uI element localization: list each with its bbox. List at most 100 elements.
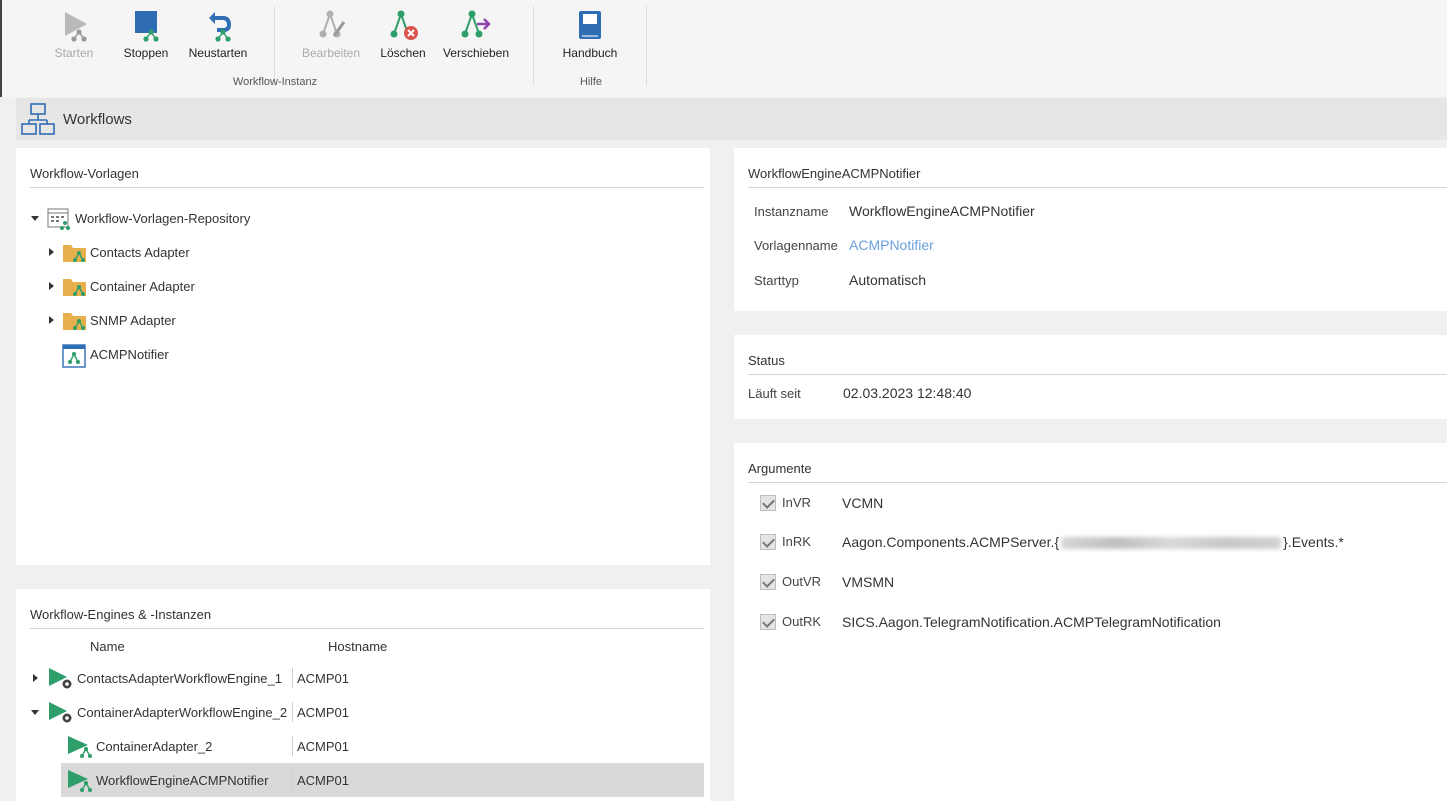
argument-checkbox[interactable] xyxy=(760,534,776,550)
argument-value: SICS.Aagon.TelegramNotification.ACMPTele… xyxy=(842,614,1221,630)
redacted-guid xyxy=(1061,537,1282,550)
instance-name-value: WorkflowEngineACMPNotifier xyxy=(849,203,1035,219)
manual-button[interactable]: Handbuch xyxy=(560,8,620,60)
expand-toggle[interactable] xyxy=(31,710,39,715)
argument-label: InRK xyxy=(782,534,811,549)
move-label: Verschieben xyxy=(442,46,510,60)
details-panel: WorkflowEngineACMPNotifier Instanzname W… xyxy=(734,148,1447,311)
column-header-name[interactable]: Name xyxy=(90,639,125,654)
divider xyxy=(748,374,1447,375)
divider xyxy=(30,628,704,629)
argument-checkbox[interactable] xyxy=(760,495,776,511)
workflow-instance-icon xyxy=(68,770,92,792)
tree-item-repository[interactable]: Workflow-Vorlagen-Repository xyxy=(75,211,250,226)
folder-icon xyxy=(63,245,86,262)
template-name-link[interactable]: ACMPNotifier xyxy=(849,237,934,253)
argument-checkbox[interactable] xyxy=(760,614,776,630)
column-separator xyxy=(292,770,293,790)
move-icon xyxy=(461,10,491,38)
argument-value-suffix: }.Events.* xyxy=(1283,534,1344,550)
expand-toggle[interactable] xyxy=(33,674,38,682)
ribbon-separator xyxy=(274,6,275,86)
argument-value: VCMN xyxy=(842,495,884,511)
argument-label: OutVR xyxy=(782,574,822,589)
instance-hostname: ACMP01 xyxy=(297,773,350,788)
workflow-instance-icon xyxy=(68,736,92,758)
templates-panel: Workflow-Vorlagen Workflow-Vorlagen-Repo… xyxy=(16,148,710,565)
tree-item-acmpnotifier[interactable]: ACMPNotifier xyxy=(90,347,169,362)
instance-name-label: Instanzname xyxy=(754,204,829,219)
page-header: Workflows xyxy=(16,98,1447,140)
tree-item-snmp-adapter[interactable]: SNMP Adapter xyxy=(90,313,176,328)
group-label-instance: Workflow-Instanz xyxy=(232,76,318,88)
status-title: Status xyxy=(748,353,785,368)
engines-title: Workflow-Engines & -Instanzen xyxy=(30,607,212,622)
column-separator xyxy=(292,736,293,756)
stop-label: Stoppen xyxy=(123,46,169,60)
start-type-value: Automatisch xyxy=(849,272,927,288)
delete-button[interactable]: Löschen xyxy=(378,8,428,60)
ribbon-separator xyxy=(533,6,534,86)
details-title: WorkflowEngineACMPNotifier xyxy=(748,166,921,181)
restart-button[interactable]: Neustarten xyxy=(186,8,250,60)
engine-hostname: ACMP01 xyxy=(297,705,350,720)
arguments-title: Argumente xyxy=(748,461,812,476)
instance-hostname: ACMP01 xyxy=(297,739,350,754)
engine-hostname: ACMP01 xyxy=(297,671,350,686)
workflow-template-icon xyxy=(62,344,86,368)
column-separator xyxy=(292,702,293,722)
repository-icon xyxy=(47,208,70,230)
delete-icon xyxy=(390,10,418,40)
edit-icon xyxy=(319,10,346,38)
divider xyxy=(748,187,1447,188)
argument-value: Aagon.Components.ACMPServer.{ }.Events.* xyxy=(842,534,1344,550)
running-since-label: Läuft seit xyxy=(748,386,801,401)
start-label: Starten xyxy=(54,46,94,60)
ribbon-separator xyxy=(646,6,647,86)
engine-name[interactable]: ContainerAdapterWorkflowEngine_2 xyxy=(77,705,287,720)
argument-value: VMSMN xyxy=(842,574,895,590)
stop-button[interactable]: Stoppen xyxy=(120,8,172,60)
status-panel: Status Läuft seit 02.03.2023 12:48:40 xyxy=(734,335,1447,419)
expand-toggle[interactable] xyxy=(31,216,39,221)
stop-icon xyxy=(135,11,159,42)
instance-name[interactable]: WorkflowEngineACMPNotifier xyxy=(96,773,268,788)
folder-icon xyxy=(63,279,86,296)
workflow-engine-icon xyxy=(49,668,72,689)
page-title: Workflows xyxy=(63,111,132,128)
edit-button[interactable]: Bearbeiten xyxy=(300,8,362,60)
template-name-label: Vorlagenname xyxy=(754,238,838,253)
play-icon xyxy=(65,12,87,42)
divider xyxy=(30,187,704,188)
workflow-engine-icon xyxy=(49,702,72,723)
expand-toggle[interactable] xyxy=(49,282,54,290)
engine-name[interactable]: ContactsAdapterWorkflowEngine_1 xyxy=(77,671,282,686)
delete-label: Löschen xyxy=(380,46,426,60)
tree-item-container-adapter[interactable]: Container Adapter xyxy=(90,279,195,294)
running-since-value: 02.03.2023 12:48:40 xyxy=(843,385,972,401)
start-button[interactable]: Starten xyxy=(48,8,100,60)
column-header-hostname[interactable]: Hostname xyxy=(328,639,387,654)
start-type-label: Starttyp xyxy=(754,273,799,288)
templates-title: Workflow-Vorlagen xyxy=(30,166,139,181)
group-label-help: Hilfe xyxy=(579,76,602,88)
workflow-hierarchy-icon xyxy=(21,103,55,135)
arguments-panel: Argumente InVR VCMN InRK Aagon.Component… xyxy=(734,443,1447,801)
expand-toggle[interactable] xyxy=(49,316,54,324)
instance-name[interactable]: ContainerAdapter_2 xyxy=(96,739,212,754)
column-separator xyxy=(292,668,293,688)
tree-item-contacts-adapter[interactable]: Contacts Adapter xyxy=(90,245,190,260)
engines-panel: Workflow-Engines & -Instanzen Name Hostn… xyxy=(16,589,710,801)
restart-label: Neustarten xyxy=(188,46,248,60)
folder-icon xyxy=(63,313,86,330)
argument-value-prefix: Aagon.Components.ACMPServer.{ xyxy=(842,534,1060,550)
argument-checkbox[interactable] xyxy=(760,574,776,590)
argument-label: InVR xyxy=(782,495,811,510)
move-button[interactable]: Verschieben xyxy=(442,8,510,60)
edit-label: Bearbeiten xyxy=(301,46,361,60)
argument-label: OutRK xyxy=(782,614,822,629)
divider xyxy=(748,482,1447,483)
manual-label: Handbuch xyxy=(562,46,618,60)
book-icon xyxy=(579,11,601,39)
expand-toggle[interactable] xyxy=(49,248,54,256)
